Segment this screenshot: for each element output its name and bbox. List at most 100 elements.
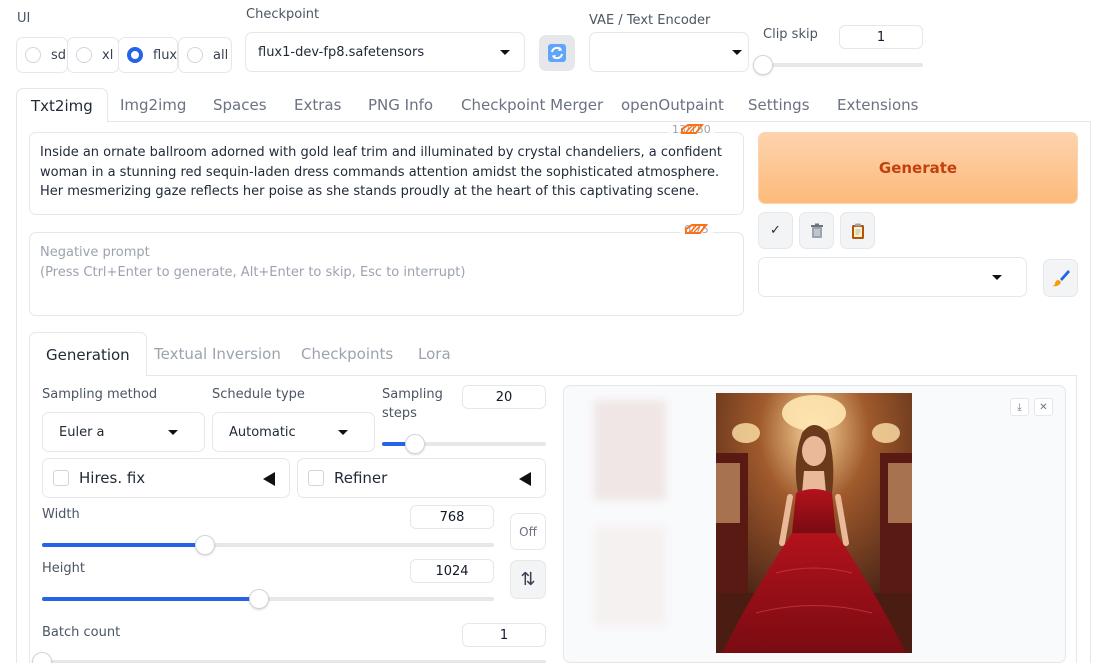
download-button[interactable]: ⤓ <box>1010 398 1029 416</box>
chevron-down-icon <box>338 430 348 435</box>
checkpoint-value: flux1-dev-fp8.safetensors <box>258 44 425 60</box>
styles-dropdown[interactable] <box>758 257 1027 297</box>
vae-dropdown[interactable] <box>589 32 749 72</box>
clipboard-icon <box>851 223 864 239</box>
negative-prompt-placeholder-1: Negative prompt <box>40 245 150 260</box>
vae-label: VAE / Text Encoder <box>589 13 711 28</box>
slider-thumb[interactable] <box>248 589 269 609</box>
radio-circle <box>76 47 92 63</box>
slider-fill <box>42 543 205 547</box>
refiner-checkbox[interactable] <box>308 470 324 486</box>
tab-settings[interactable]: Settings <box>748 88 810 122</box>
chevron-down-icon <box>168 430 178 435</box>
height-label: Height <box>42 561 85 576</box>
tab-openoutpaint[interactable]: openOutpaint <box>621 88 724 122</box>
tab-png-info[interactable]: PNG Info <box>368 88 433 122</box>
sampling-method-dropdown[interactable]: Euler a <box>42 412 205 452</box>
token-counter-icon <box>681 124 704 134</box>
tab-txt2img[interactable]: Txt2img <box>16 88 108 123</box>
sampling-method-value: Euler a <box>59 424 105 440</box>
width-label: Width <box>42 507 80 522</box>
prompt-text: Inside an ornate ballroom adorned with g… <box>40 145 722 199</box>
clipboard-button[interactable] <box>840 212 875 249</box>
ui-radio-xl[interactable]: xl <box>67 37 119 73</box>
subtab-generation[interactable]: Generation <box>29 332 147 377</box>
width-slider[interactable] <box>42 535 494 555</box>
check-button[interactable]: ✓ <box>758 212 793 249</box>
trash-icon <box>810 223 823 238</box>
swap-dimensions-button[interactable]: ⇅ <box>510 560 546 599</box>
ui-radio-flux-label: flux <box>153 47 178 63</box>
height-slider[interactable] <box>42 589 494 609</box>
chevron-down-icon <box>732 50 742 55</box>
batch-count-label: Batch count <box>42 625 121 640</box>
trash-button[interactable] <box>799 212 834 249</box>
tab-extensions[interactable]: Extensions <box>837 88 918 122</box>
chevron-down-icon <box>500 50 510 55</box>
tab-checkpoint-merger[interactable]: Checkpoint Merger <box>461 88 603 122</box>
output-gallery: ⤓ ✕ <box>563 385 1066 663</box>
off-button[interactable]: Off <box>510 513 546 550</box>
refiner-accordion[interactable]: Refiner <box>297 458 546 498</box>
ui-radio-flux[interactable]: flux <box>118 37 178 73</box>
generated-image <box>716 393 912 653</box>
refresh-button[interactable] <box>539 35 575 71</box>
ui-radio-all-label: all <box>213 47 229 63</box>
ui-label: UI <box>17 11 31 26</box>
close-icon: ✕ <box>1039 401 1048 413</box>
hires-fix-label: Hires. fix <box>79 469 146 487</box>
sampling-steps-label-2: steps <box>382 406 417 421</box>
apply-styles-button[interactable] <box>1043 259 1078 297</box>
schedule-type-label: Schedule type <box>212 387 305 402</box>
generate-button[interactable]: Generate <box>758 132 1078 204</box>
ui-radio-sd-label: sd <box>51 47 67 63</box>
radio-circle <box>187 47 203 63</box>
hires-fix-checkbox[interactable] <box>53 470 69 486</box>
tab-spaces[interactable]: Spaces <box>213 88 267 122</box>
clip-skip-slider[interactable] <box>753 55 923 75</box>
checkpoint-dropdown[interactable]: flux1-dev-fp8.safetensors <box>245 32 525 72</box>
clip-skip-label: Clip skip <box>763 27 818 42</box>
swap-icon: ⇅ <box>520 569 536 590</box>
ui-radio-xl-label: xl <box>102 47 114 63</box>
download-icon: ⤓ <box>1017 401 1022 413</box>
generation-subtabs: Generation Textual Inversion Checkpoints… <box>29 332 1077 377</box>
brush-icon <box>1051 270 1070 287</box>
subtab-lora[interactable]: Lora <box>418 332 451 376</box>
negative-prompt-placeholder-2: (Press Ctrl+Enter to generate, Alt+Enter… <box>40 264 466 280</box>
checkpoint-label: Checkpoint <box>246 7 320 22</box>
prompt-textarea[interactable]: Inside an ornate ballroom adorned with g… <box>29 132 744 215</box>
main-tabs: Txt2img Img2img Spaces Extras PNG Info C… <box>16 88 1091 123</box>
negative-prompt-textarea[interactable]: Negative prompt (Press Ctrl+Enter to gen… <box>29 232 744 316</box>
blurred-thumbnail <box>594 400 666 500</box>
clip-skip-input[interactable]: 1 <box>839 25 923 49</box>
slider-thumb[interactable] <box>753 55 773 75</box>
ui-radio-all[interactable]: all <box>178 37 232 73</box>
tab-img2img[interactable]: Img2img <box>120 88 186 122</box>
schedule-type-dropdown[interactable]: Automatic <box>212 412 375 452</box>
radio-circle <box>25 47 41 63</box>
schedule-type-value: Automatic <box>229 424 296 440</box>
slider-thumb[interactable] <box>194 535 215 555</box>
tab-extras[interactable]: Extras <box>294 88 341 122</box>
batch-count-input[interactable]: 1 <box>462 623 546 647</box>
ui-radio-sd[interactable]: sd <box>16 37 68 73</box>
close-gallery-button[interactable]: ✕ <box>1034 398 1053 416</box>
height-input[interactable]: 1024 <box>410 559 494 583</box>
slider-thumb[interactable] <box>404 434 425 454</box>
off-label: Off <box>519 524 537 539</box>
width-input[interactable]: 768 <box>410 505 494 529</box>
sampling-steps-label-1: Sampling <box>382 387 443 402</box>
refresh-icon <box>548 44 566 62</box>
hires-fix-accordion[interactable]: Hires. fix <box>42 458 290 498</box>
check-icon: ✓ <box>770 223 781 238</box>
sampling-method-label: Sampling method <box>42 387 158 402</box>
subtab-checkpoints[interactable]: Checkpoints <box>301 332 393 376</box>
token-counter-icon <box>685 224 708 234</box>
blurred-thumbnail <box>594 526 666 626</box>
chevron-down-icon <box>992 275 1002 280</box>
sampling-steps-slider[interactable] <box>382 434 546 454</box>
sampling-steps-input[interactable]: 20 <box>462 385 546 409</box>
subtab-textual-inversion[interactable]: Textual Inversion <box>154 332 281 376</box>
collapse-triangle-icon <box>263 472 275 486</box>
